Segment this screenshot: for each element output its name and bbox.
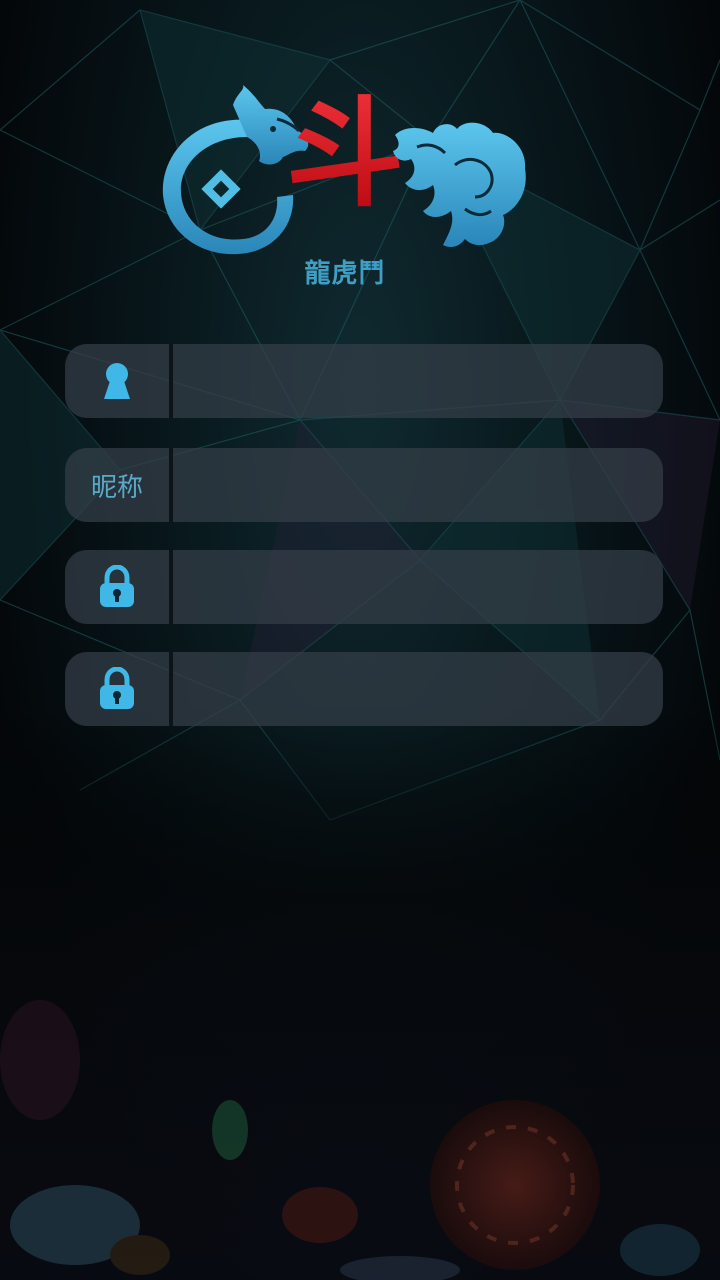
nickname-input[interactable] (173, 448, 663, 522)
account-field[interactable] (65, 344, 663, 418)
logo-caption: 龍虎鬥 (304, 259, 386, 289)
account-input[interactable] (173, 344, 663, 418)
confirm-password-field[interactable] (65, 652, 663, 726)
nickname-field[interactable]: 昵称 (65, 448, 663, 522)
nickname-prefix: 昵称 (65, 448, 169, 522)
password-field[interactable] (65, 550, 663, 624)
lock-icon (100, 565, 134, 607)
nickname-label: 昵称 (90, 472, 143, 503)
lock-icon (100, 667, 134, 709)
account-prefix (65, 344, 169, 418)
confirm-password-prefix (65, 652, 169, 726)
user-icon (104, 363, 130, 399)
app-logo: 斗 龍虎鬥 (155, 85, 535, 295)
confirm-password-input[interactable] (173, 652, 663, 726)
password-prefix (65, 550, 169, 624)
password-input[interactable] (173, 550, 663, 624)
register-screen: 斗 龍虎鬥 昵称 (0, 0, 720, 1280)
logo-glyph: 斗 (286, 85, 404, 223)
